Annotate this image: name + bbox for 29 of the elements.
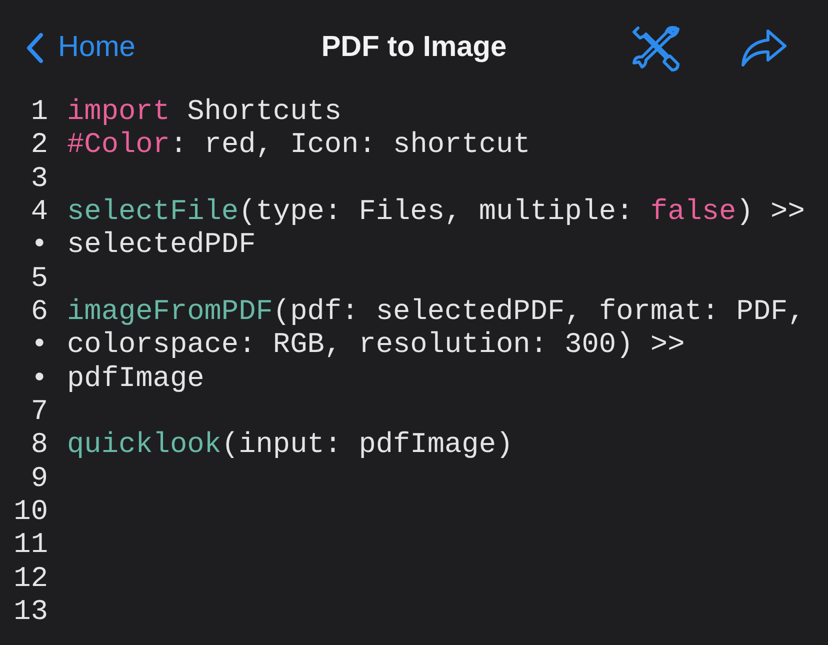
line-number: • [30, 328, 48, 362]
line-number: 11 [12, 528, 48, 562]
code-line: selectedPDF [67, 228, 256, 262]
screen-title: PDF to Image [321, 31, 507, 63]
share-button[interactable] [740, 28, 788, 68]
line-number: 13 [12, 594, 48, 628]
line-number: 7 [30, 394, 48, 428]
line-number: • [30, 228, 48, 262]
line-number: 5 [30, 262, 48, 295]
line-number: 1 [30, 95, 48, 128]
code-line: #Color: red, Icon: shortcut [67, 128, 530, 162]
share-arrow-icon [740, 28, 788, 68]
code-line: selectFile(type: Files, multiple: false) >> [67, 194, 805, 228]
code-line: imageFromPDF(pdf: selectedPDF, format: PDF, [67, 294, 805, 328]
code-line: import Shortcuts [67, 95, 342, 128]
line-number: • [30, 362, 48, 395]
line-number: 2 [30, 128, 48, 162]
code-line: colorspace: RGB, resolution: 300) >> [67, 328, 685, 362]
back-button[interactable]: Home [26, 31, 136, 64]
line-number: 10 [12, 494, 48, 528]
line-number: 8 [30, 428, 48, 462]
line-number: 9 [30, 462, 48, 495]
code-line: quicklook(input: pdfImage) [67, 428, 514, 462]
line-number: 4 [30, 194, 48, 228]
line-number: 12 [12, 562, 48, 595]
line-number: 3 [30, 162, 48, 195]
chevron-left-icon [26, 32, 44, 64]
line-number: 6 [30, 294, 48, 328]
code-line: pdfImage [67, 362, 204, 395]
